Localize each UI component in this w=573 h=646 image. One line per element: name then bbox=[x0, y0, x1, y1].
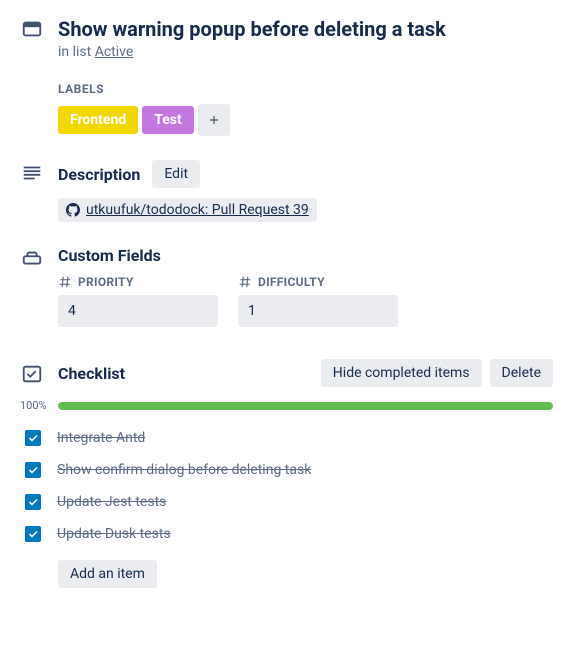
label-test[interactable]: Test bbox=[142, 106, 194, 134]
github-icon bbox=[66, 203, 80, 217]
checklist-item[interactable]: Update Jest tests bbox=[20, 486, 553, 518]
number-icon bbox=[58, 275, 72, 289]
difficulty-label: DIFFICULTY bbox=[258, 275, 325, 289]
description-heading: Description bbox=[58, 165, 140, 184]
edit-description-button[interactable]: Edit bbox=[152, 160, 200, 188]
checklist-item[interactable]: Show confirm dialog before deleting task bbox=[20, 454, 553, 486]
add-label-button[interactable] bbox=[198, 104, 230, 136]
github-link-text: utkuufuk/tododock: Pull Request 39 bbox=[86, 202, 309, 218]
plus-icon bbox=[207, 113, 221, 127]
hide-completed-button[interactable]: Hide completed items bbox=[321, 359, 482, 387]
progress-percent: 100% bbox=[20, 399, 50, 412]
check-icon bbox=[27, 496, 39, 508]
github-link[interactable]: utkuufuk/tododock: Pull Request 39 bbox=[58, 198, 317, 222]
check-icon bbox=[27, 432, 39, 444]
check-icon bbox=[27, 528, 39, 540]
card-title[interactable]: Show warning popup before deleting a tas… bbox=[58, 16, 553, 42]
delete-checklist-button[interactable]: Delete bbox=[490, 359, 553, 387]
checklist-icon bbox=[21, 363, 43, 385]
checklist-item[interactable]: Update Dusk tests bbox=[20, 518, 553, 550]
custom-field-priority: PRIORITY 4 bbox=[58, 275, 218, 327]
label-frontend[interactable]: Frontend bbox=[58, 106, 138, 134]
priority-label: PRIORITY bbox=[78, 275, 134, 289]
checklist-item-text: Show confirm dialog before deleting task bbox=[57, 462, 311, 478]
priority-value[interactable]: 4 bbox=[58, 295, 218, 327]
list-location: in list Active bbox=[58, 44, 553, 60]
checklist-item[interactable]: Integrate Antd bbox=[20, 422, 553, 454]
add-item-button[interactable]: Add an item bbox=[58, 560, 157, 588]
number-icon bbox=[238, 275, 252, 289]
checklist-heading[interactable]: Checklist bbox=[58, 364, 125, 383]
checkbox[interactable] bbox=[25, 494, 41, 510]
check-icon bbox=[27, 464, 39, 476]
checkbox[interactable] bbox=[25, 526, 41, 542]
in-list-prefix: in list bbox=[58, 44, 95, 60]
labels-heading: LABELS bbox=[58, 82, 553, 96]
card-icon bbox=[21, 18, 43, 40]
checklist-item-text: Update Jest tests bbox=[57, 494, 166, 510]
progress-fill bbox=[58, 402, 553, 410]
checkbox[interactable] bbox=[25, 430, 41, 446]
custom-field-difficulty: DIFFICULTY 1 bbox=[238, 275, 398, 327]
description-icon bbox=[21, 162, 43, 184]
checkbox[interactable] bbox=[25, 462, 41, 478]
checklist-item-text: Integrate Antd bbox=[57, 430, 145, 446]
custom-fields-icon bbox=[21, 248, 43, 270]
list-link[interactable]: Active bbox=[95, 44, 134, 60]
checklist-item-text: Update Dusk tests bbox=[57, 526, 171, 542]
custom-fields-heading: Custom Fields bbox=[58, 246, 553, 265]
difficulty-value[interactable]: 1 bbox=[238, 295, 398, 327]
progress-bar bbox=[58, 402, 553, 410]
labels-row: Frontend Test bbox=[58, 104, 553, 136]
